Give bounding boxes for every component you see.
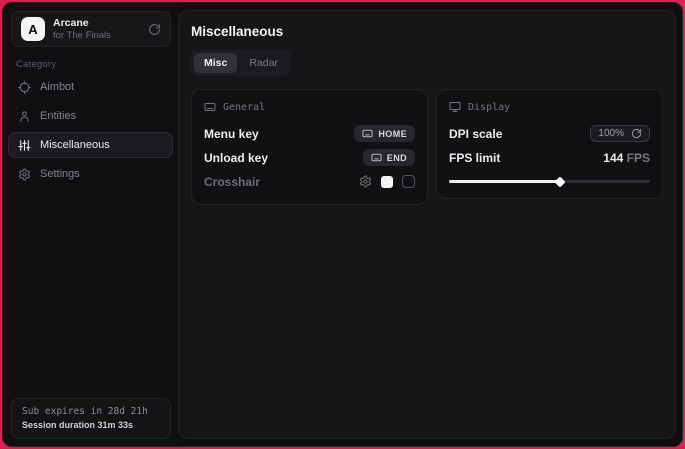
sliders-icon (18, 139, 31, 152)
display-card: Display DPI scale 100% FPS limit 144 FPS (436, 89, 663, 199)
sub-expires-text: Sub expires in 28d 21h (22, 406, 160, 417)
monitor-icon (449, 101, 461, 113)
crosshair-color-swatch[interactable] (381, 176, 393, 188)
refresh-icon[interactable] (148, 23, 161, 36)
tab-radar[interactable]: Radar (239, 53, 288, 73)
brand-name: Arcane (53, 17, 140, 29)
general-card-header: General (204, 101, 415, 113)
display-card-header: Display (449, 101, 650, 113)
dpi-scale-label: DPI scale (449, 127, 502, 141)
slider-thumb[interactable] (554, 176, 565, 187)
menu-key-value: HOME (378, 129, 407, 139)
tab-bar: Misc Radar (191, 50, 291, 76)
crosshair-icon (18, 81, 31, 94)
brand-subtitle: for The Finals (53, 30, 140, 41)
sidebar-item-label: Miscellaneous (40, 139, 110, 151)
keyboard-icon (371, 152, 382, 163)
refresh-icon[interactable] (631, 128, 642, 139)
category-label: Category (16, 59, 56, 70)
crosshair-label: Crosshair (204, 175, 260, 189)
sidebar-nav: Aimbot Entities Miscellaneous Settings (8, 74, 173, 187)
keyboard-icon (204, 101, 216, 113)
general-card-title: General (223, 102, 265, 113)
person-icon (18, 110, 31, 123)
dpi-scale-control[interactable]: 100% (590, 125, 650, 142)
unload-key-value: END (387, 153, 407, 163)
session-duration-text: Session duration 31m 33s (22, 420, 160, 430)
sidebar-item-label: Entities (40, 110, 76, 122)
unload-key-label: Unload key (204, 151, 268, 165)
dpi-scale-value: 100% (598, 128, 624, 139)
menu-key-label: Menu key (204, 127, 259, 141)
dpi-scale-row: DPI scale 100% (449, 122, 650, 145)
unload-key-row: Unload key END (204, 146, 415, 169)
fps-unit: FPS (623, 151, 650, 165)
sidebar-item-label: Settings (40, 168, 80, 180)
unload-key-binding[interactable]: END (363, 149, 415, 166)
brand-initial: A (28, 22, 37, 37)
display-card-title: Display (468, 102, 510, 113)
fps-number: 144 (603, 151, 623, 165)
page-title: Miscellaneous (191, 24, 663, 39)
sidebar-item-aimbot[interactable]: Aimbot (8, 74, 173, 100)
sidebar: A Arcane for The Finals Category Aimbot (3, 3, 178, 446)
tab-misc[interactable]: Misc (194, 53, 237, 73)
crosshair-checkbox[interactable] (402, 175, 415, 188)
fps-limit-label: FPS limit (449, 151, 500, 165)
general-card: General Menu key HOME Unload key (191, 89, 428, 205)
sidebar-item-settings[interactable]: Settings (8, 161, 173, 187)
menu-key-binding[interactable]: HOME (354, 125, 415, 142)
main-panel: Miscellaneous Misc Radar General Menu ke… (178, 10, 676, 439)
fps-limit-value: 144 FPS (603, 151, 650, 165)
crosshair-controls (359, 175, 415, 188)
crosshair-row: Crosshair (204, 170, 415, 193)
fps-limit-slider[interactable] (449, 175, 650, 187)
sidebar-item-label: Aimbot (40, 81, 74, 93)
keyboard-icon (362, 128, 373, 139)
fps-limit-row: FPS limit 144 FPS (449, 146, 650, 169)
cards-row: General Menu key HOME Unload key (191, 89, 663, 205)
subscription-card: Sub expires in 28d 21h Session duration … (11, 398, 171, 439)
sidebar-item-miscellaneous[interactable]: Miscellaneous (8, 132, 173, 158)
sidebar-item-entities[interactable]: Entities (8, 103, 173, 129)
brand-logo: A (21, 17, 45, 41)
gear-icon (18, 168, 31, 181)
brand-text: Arcane for The Finals (53, 17, 140, 41)
gear-icon[interactable] (359, 175, 372, 188)
slider-fill (449, 180, 560, 183)
menu-key-row: Menu key HOME (204, 122, 415, 145)
app-window: A Arcane for The Finals Category Aimbot (2, 2, 683, 447)
brand-card: A Arcane for The Finals (11, 11, 171, 47)
